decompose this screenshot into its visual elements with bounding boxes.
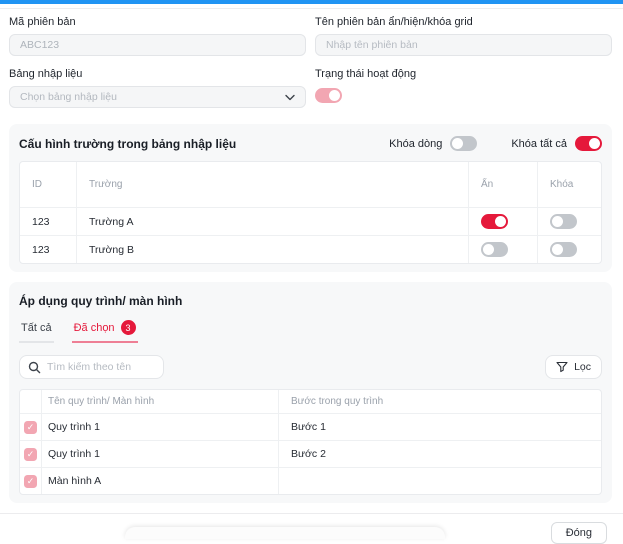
cell-step: Bước 2 (279, 441, 601, 467)
input-table-placeholder: Chọn bảng nhập liệu (20, 91, 117, 103)
version-name-label: Tên phiên bản ẩn/hiện/khóa grid (315, 16, 612, 28)
field-config-title: Cấu hình trường trong bảng nhập liệu (19, 137, 236, 151)
cell-field: Trường A (77, 208, 469, 235)
lock-row-label: Khóa dòng (389, 138, 442, 150)
table-row: Màn hình A (20, 467, 601, 494)
col-header-hidden: Ẩn (469, 162, 538, 207)
filter-button[interactable]: Lọc (545, 355, 602, 379)
col-header-checkbox (20, 390, 42, 413)
table-row: Quy trình 1 Bước 2 (20, 440, 601, 467)
version-code-input[interactable] (20, 39, 295, 51)
apply-process-section: Áp dụng quy trình/ màn hình Tất cả Đã ch… (9, 282, 612, 503)
close-button[interactable]: Đóng (551, 522, 607, 544)
field-active-status: Trạng thái hoạt động (315, 68, 612, 108)
selected-count-badge: 3 (121, 320, 136, 335)
field-version-name: Tên phiên bản ẩn/hiện/khóa grid (315, 16, 612, 56)
cell-field: Trường B (77, 236, 469, 263)
row-checkbox[interactable] (24, 421, 37, 434)
lock-row-group: Khóa dòng (389, 136, 477, 151)
version-name-input-wrap (315, 34, 612, 56)
apply-table: Tên quy trình/ Màn hình Bước trong quy t… (19, 389, 602, 495)
cell-checkbox (20, 468, 42, 494)
col-header-id: ID (20, 162, 77, 207)
table-row: Quy trình 1 Bước 1 (20, 413, 601, 440)
locked-toggle[interactable] (550, 214, 577, 229)
lock-all-group: Khóa tất cả (511, 136, 602, 151)
version-form: Mã phiên bản Tên phiên bản ẩn/hiện/khóa … (0, 9, 623, 108)
cell-checkbox (20, 414, 42, 440)
lock-all-toggle[interactable] (575, 136, 602, 151)
filter-button-label: Lọc (574, 361, 591, 373)
cell-process-name: Quy trình 1 (42, 441, 279, 467)
cell-id: 123 (20, 236, 77, 263)
field-input-table: Bảng nhập liệu Chọn bảng nhập liệu (9, 68, 306, 108)
search-filter-row: Lọc (19, 355, 602, 379)
active-status-toggle[interactable] (315, 88, 342, 103)
apply-section-title: Áp dụng quy trình/ màn hình (19, 294, 602, 308)
table-row: 123 Trường A (20, 207, 601, 235)
cell-locked (538, 236, 601, 263)
cell-hidden (469, 236, 538, 263)
tab-selected-label: Đã chọn (74, 322, 115, 334)
search-box (19, 355, 164, 379)
funnel-icon (556, 361, 568, 373)
cell-checkbox (20, 441, 42, 467)
col-header-step: Bước trong quy trình (279, 390, 601, 413)
col-header-locked: Khóa (538, 162, 601, 207)
cell-step: Bước 1 (279, 414, 601, 440)
version-name-input[interactable] (326, 39, 601, 51)
cell-id: 123 (20, 208, 77, 235)
tab-all[interactable]: Tất cả (19, 316, 54, 343)
hidden-toggle[interactable] (481, 242, 508, 257)
version-code-input-wrap (9, 34, 306, 56)
chevron-down-icon (285, 94, 295, 101)
lock-controls: Khóa dòng Khóa tất cả (389, 136, 602, 151)
row-checkbox[interactable] (24, 448, 37, 461)
version-code-label: Mã phiên bản (9, 16, 306, 28)
field-config-table: ID Trường Ẩn Khóa 123 Trường A 123 Trườn… (19, 161, 602, 264)
search-icon (28, 361, 41, 374)
search-input[interactable] (47, 361, 155, 373)
tab-selected[interactable]: Đã chọn 3 (72, 316, 138, 343)
col-header-field: Trường (77, 162, 469, 207)
tab-all-label: Tất cả (21, 322, 52, 334)
lock-all-label: Khóa tất cả (511, 138, 567, 150)
lock-row-toggle[interactable] (450, 136, 477, 151)
locked-toggle[interactable] (550, 242, 577, 257)
active-status-label: Trạng thái hoạt động (315, 68, 612, 80)
cell-process-name: Quy trình 1 (42, 414, 279, 440)
input-table-label: Bảng nhập liệu (9, 68, 306, 80)
col-header-process-name: Tên quy trình/ Màn hình (42, 390, 279, 413)
field-config-header: Cấu hình trường trong bảng nhập liệu Khó… (19, 136, 602, 151)
cell-locked (538, 208, 601, 235)
input-table-select[interactable]: Chọn bảng nhập liệu (9, 86, 306, 108)
apply-tabs: Tất cả Đã chọn 3 (19, 316, 602, 343)
apply-table-header: Tên quy trình/ Màn hình Bước trong quy t… (20, 390, 601, 413)
field-version-code: Mã phiên bản (9, 16, 306, 56)
cell-hidden (469, 208, 538, 235)
cell-process-name: Màn hình A (42, 468, 279, 494)
field-config-table-header: ID Trường Ẩn Khóa (20, 162, 601, 207)
bottom-sheet-edge (125, 527, 445, 539)
hidden-toggle[interactable] (481, 214, 508, 229)
field-config-section: Cấu hình trường trong bảng nhập liệu Khó… (9, 124, 612, 272)
table-row: 123 Trường B (20, 235, 601, 263)
row-checkbox[interactable] (24, 475, 37, 488)
cell-step (279, 468, 601, 494)
